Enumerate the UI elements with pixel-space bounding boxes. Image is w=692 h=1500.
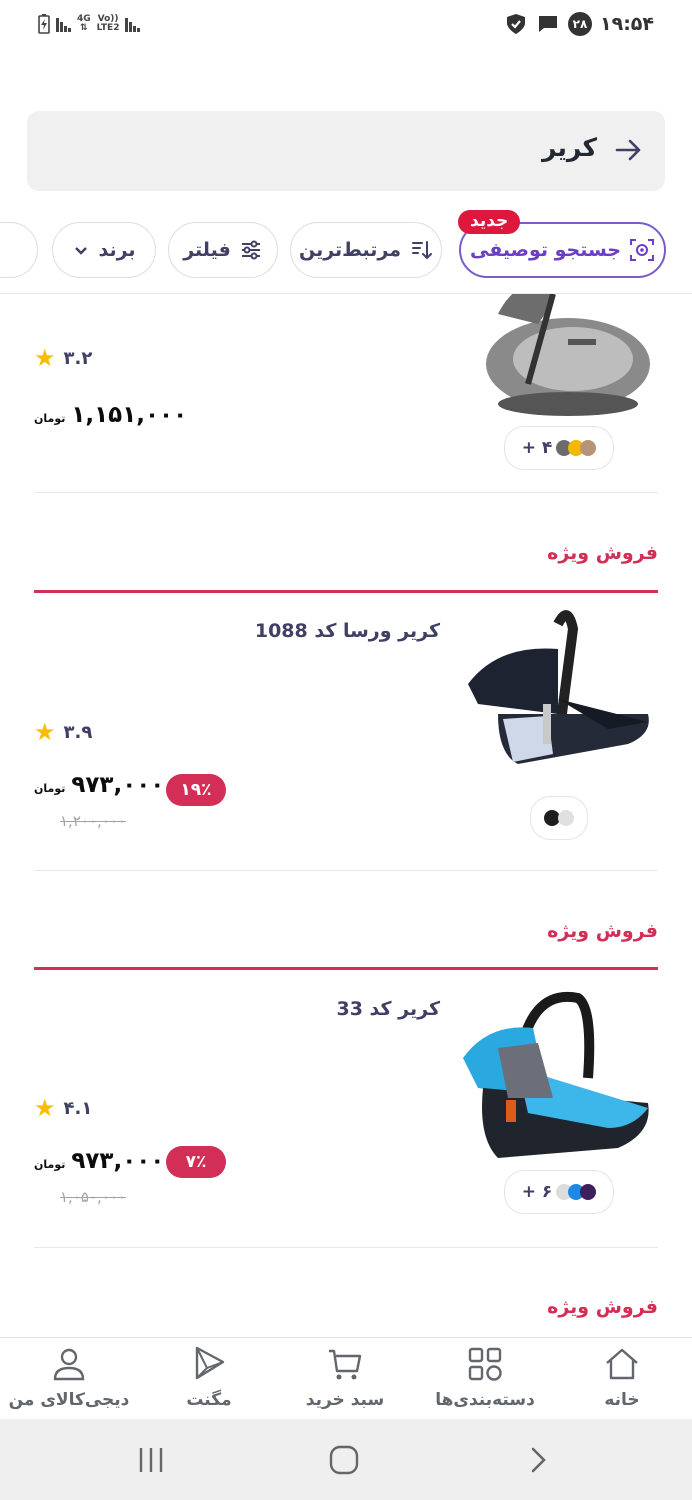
- currency-label: تومان: [34, 412, 66, 425]
- divider: [34, 870, 658, 871]
- notification-count-badge: ۲۸: [568, 12, 592, 36]
- battery-charging-icon: [38, 14, 50, 34]
- nav-profile-label: دیجی‌کالای من: [8, 1390, 130, 1410]
- new-badge: جدید: [458, 210, 521, 234]
- network-type-4g: 4G ⇅: [77, 14, 91, 33]
- more-chip[interactable]: مح: [0, 222, 38, 278]
- home-icon: [606, 1348, 638, 1380]
- special-sale-label: فروش ویژه: [547, 542, 658, 564]
- price-amount: ۱,۱۵۱,۰۰۰: [71, 402, 188, 428]
- swatch-extra-count: + ۶: [521, 1182, 553, 1202]
- color-swatch: [580, 440, 597, 456]
- rating-value: ۴.۱: [63, 1097, 93, 1119]
- color-swatches: + ۶: [504, 1170, 614, 1214]
- visual-search-label: جستجو توصیفی: [469, 239, 622, 261]
- product-rating: ★ ۴.۱: [34, 1096, 92, 1120]
- star-icon: ★: [34, 344, 56, 372]
- currency-label: تومان: [34, 782, 66, 795]
- discount-badge: ۷٪: [166, 1146, 226, 1178]
- filter-label: فیلتر: [183, 239, 231, 261]
- nav-home-label: خانه: [604, 1390, 640, 1410]
- product-image[interactable]: [458, 294, 658, 424]
- clock: ۱۹:۵۴: [600, 13, 654, 35]
- product-image[interactable]: [458, 604, 658, 784]
- special-sale-label: فروش ویژه: [547, 1296, 658, 1318]
- price-amount: ۹۷۳,۰۰۰: [71, 1148, 165, 1174]
- product-rating: ★ ۳.۲: [34, 346, 92, 370]
- nav-categories-label: دسته‌بندی‌ها: [435, 1390, 535, 1410]
- back-button-icon[interactable]: [524, 1445, 552, 1475]
- visual-search-icon: [630, 239, 655, 261]
- nav-home[interactable]: خانه: [557, 1344, 687, 1410]
- status-left: 4G ⇅ Vo)) LTE2: [38, 14, 141, 34]
- special-sale-label: فروش ویژه: [547, 920, 658, 942]
- sort-icon: [412, 241, 433, 260]
- search-query[interactable]: کریر: [542, 133, 597, 162]
- back-arrow-icon[interactable]: [613, 135, 643, 165]
- product-title[interactable]: کریر ورسا کد 1088: [255, 620, 440, 642]
- color-swatches: [530, 796, 588, 840]
- color-swatch: [558, 810, 574, 826]
- cart-icon: [329, 1349, 362, 1380]
- nav-profile[interactable]: دیجی‌کالای من: [4, 1344, 134, 1410]
- shield-check-icon: [507, 14, 525, 34]
- product-card[interactable]: کریر ورسا کد 1088 ★ ۳.۹ تومان ۹۷۳,۰۰۰ ۱۹…: [34, 604, 658, 864]
- product-image[interactable]: [458, 988, 658, 1168]
- product-title[interactable]: کریر کد 33: [336, 998, 440, 1020]
- nav-cart-label: سبد خرید: [305, 1390, 385, 1410]
- special-sale-line: [34, 590, 658, 593]
- product-price: تومان ۹۷۳,۰۰۰: [34, 772, 164, 798]
- rating-value: ۳.۲: [63, 347, 93, 369]
- color-swatch: [580, 1184, 597, 1200]
- rating-value: ۳.۹: [63, 721, 93, 743]
- star-icon: ★: [34, 1094, 56, 1122]
- user-icon: [53, 1348, 85, 1381]
- product-rating: ★ ۳.۹: [34, 720, 92, 744]
- price-amount: ۹۷۳,۰۰۰: [71, 772, 165, 798]
- special-sale-line: [34, 967, 658, 970]
- system-navigation-bar: [0, 1419, 692, 1500]
- nav-categories[interactable]: دسته‌بندی‌ها: [420, 1344, 550, 1410]
- product-price: تومان ۱,۱۵۱,۰۰۰: [34, 402, 187, 428]
- chevron-down-icon: [75, 247, 88, 255]
- home-button-icon[interactable]: [328, 1444, 360, 1476]
- nav-magnet[interactable]: مگنت: [144, 1344, 274, 1410]
- status-bar: 4G ⇅ Vo)) LTE2 ۲۸ ۱۹:۵۴: [0, 0, 692, 52]
- network-type-lte: Vo)) LTE2: [96, 14, 120, 33]
- filter-sliders-icon: [241, 240, 260, 260]
- old-price: ۱,۲۰۰,۰۰۰: [60, 812, 126, 830]
- message-icon: [539, 16, 557, 32]
- nav-magnet-label: مگنت: [186, 1390, 232, 1410]
- swatch-extra-count: + ۴: [521, 438, 553, 458]
- brand-label: برند: [98, 239, 136, 261]
- search-bar[interactable]: کریر: [27, 111, 665, 191]
- color-swatches: + ۴: [504, 426, 614, 470]
- product-card[interactable]: ★ ۳.۲ تومان ۱,۱۵۱,۰۰۰ + ۴: [34, 294, 658, 494]
- status-right: ۲۸ ۱۹:۵۴: [504, 12, 654, 36]
- star-icon: ★: [34, 718, 56, 746]
- categories-grid-icon: [468, 1347, 502, 1381]
- old-price: ۱,۰۵۰,۰۰۰: [60, 1188, 126, 1206]
- product-price: تومان ۹۷۳,۰۰۰: [34, 1148, 164, 1174]
- sort-relevance-chip[interactable]: مرتبط‌ترین: [290, 222, 442, 278]
- currency-label: تومان: [34, 1158, 66, 1171]
- signal-icon: [56, 16, 71, 32]
- discount-badge: ۱۹٪: [166, 774, 226, 806]
- nav-cart[interactable]: سبد خرید: [280, 1344, 410, 1410]
- product-list[interactable]: ★ ۳.۲ تومان ۱,۱۵۱,۰۰۰ + ۴ فروش ویژه کریر…: [0, 294, 692, 1337]
- filter-chip[interactable]: فیلتر: [168, 222, 278, 278]
- divider: [34, 492, 658, 493]
- magnet-play-icon: [195, 1346, 225, 1380]
- brand-chip[interactable]: برند: [52, 222, 156, 278]
- signal-icon-2: [125, 16, 141, 32]
- divider: [34, 1247, 658, 1248]
- sort-relevance-label: مرتبط‌ترین: [299, 239, 402, 261]
- bottom-navigation: خانه دسته‌بندی‌ها سبد خرید مگنت دیجی‌کال…: [0, 1337, 692, 1419]
- recent-apps-icon[interactable]: [136, 1445, 166, 1475]
- filter-chips: جستجو توصیفی مرتبط‌ترین فیلتر برند مح: [0, 222, 692, 280]
- product-card[interactable]: کریر کد 33 ★ ۴.۱ تومان ۹۷۳,۰۰۰ ۷٪ ۱,۰۵۰,…: [34, 982, 658, 1242]
